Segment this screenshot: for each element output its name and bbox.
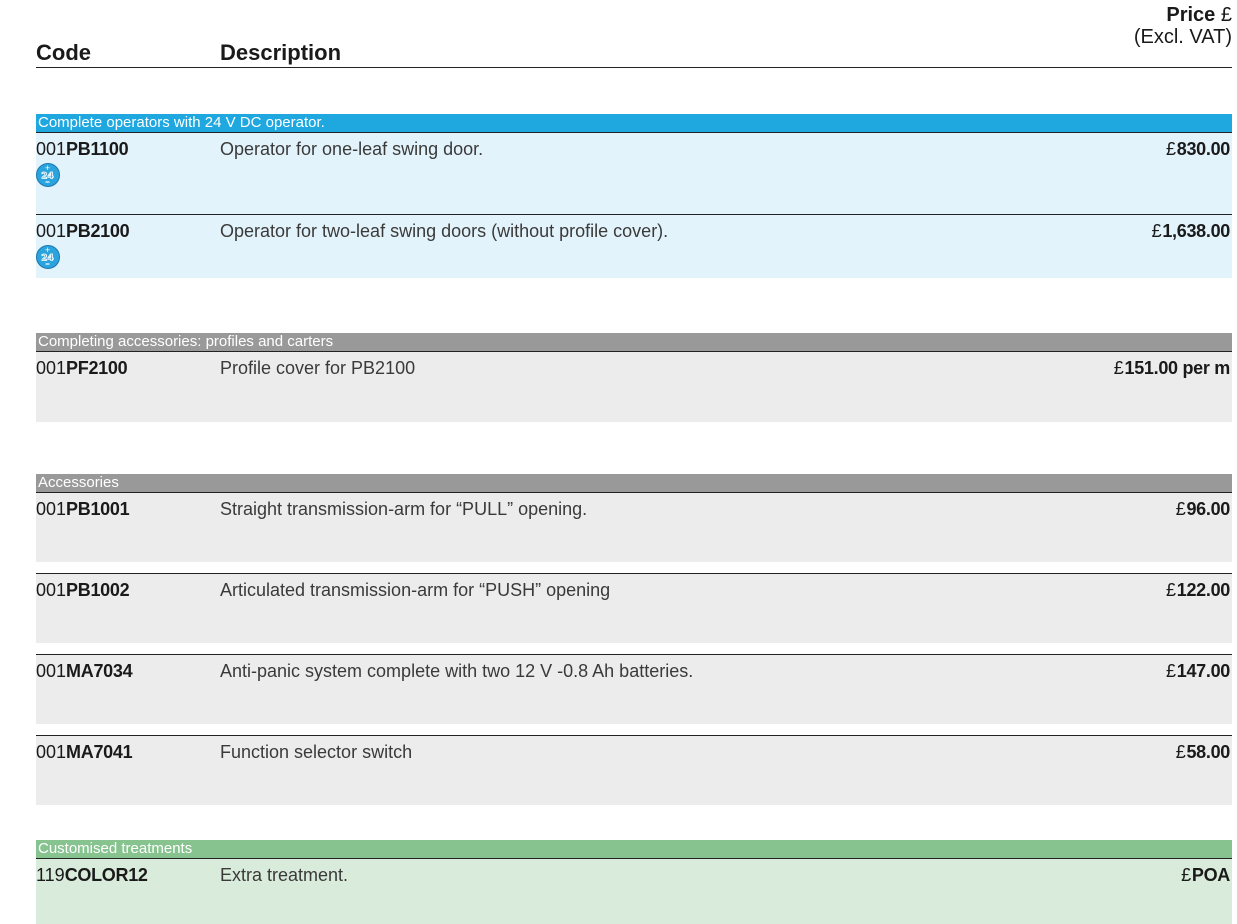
product-description: Profile cover for PB2100 (220, 358, 416, 378)
svg-text:24: 24 (41, 254, 54, 264)
code-prefix: 001 (36, 139, 67, 159)
section-title: Accessories (36, 474, 1232, 492)
section-accessories: Accessories 001PB1001 Straight transmiss… (36, 474, 1232, 805)
section-title: Customised treatments (36, 840, 1232, 858)
product-code: 001MA7034 (36, 661, 133, 682)
section-title: Completing accessories: profiles and car… (36, 333, 1232, 351)
product-code: 001MA7041 (36, 742, 133, 763)
product-description: Anti-panic system complete with two 12 V… (220, 661, 694, 681)
price-column-header: Price £ (Excl. VAT) (1134, 4, 1232, 48)
code-prefix: 001 (36, 221, 67, 241)
product-price: £151.00 per m (1113, 358, 1231, 378)
code-main: PB1001 (66, 499, 130, 519)
table-row: 119COLOR12 Extra treatment. £POA (36, 858, 1232, 924)
product-description: Articulated transmission-arm for “PUSH” … (220, 580, 611, 600)
product-code: 001PB1100 (36, 139, 129, 160)
table-row: 001MA7034 Anti-panic system complete wit… (36, 654, 1232, 724)
code-main: PB1100 (66, 139, 129, 159)
product-price: £1,638.00 (1151, 221, 1231, 241)
product-description: Operator for two-leaf swing doors (witho… (220, 221, 669, 241)
product-price: £96.00 (1175, 499, 1231, 519)
table-row: 001PF2100 Profile cover for PB2100 £151.… (36, 351, 1232, 422)
table-row: 001PB2100 + 24 Operator for two-leaf swi… (36, 214, 1232, 278)
code-main: PB1002 (66, 580, 130, 600)
code-prefix: 001 (36, 580, 67, 600)
product-price: £58.00 (1175, 742, 1231, 762)
code-main: PB2100 (66, 221, 130, 241)
svg-text:24: 24 (41, 172, 54, 182)
product-price: £122.00 (1166, 580, 1230, 600)
code-prefix: 001 (36, 358, 67, 378)
product-price: £147.00 (1166, 661, 1230, 681)
code-prefix: 001 (36, 742, 67, 762)
table-row: 001PB1001 Straight transmission-arm for … (36, 492, 1232, 562)
product-description: Extra treatment. (220, 865, 349, 885)
code-main: COLOR12 (64, 865, 148, 885)
code-main: MA7034 (66, 661, 133, 681)
table-header: Code Description Price £ (Excl. VAT) (36, 0, 1232, 70)
product-code: 001PB2100 (36, 221, 130, 242)
code-main: MA7041 (66, 742, 133, 762)
table-row: 001PB1002 Articulated transmission-arm f… (36, 573, 1232, 643)
code-prefix: 001 (36, 499, 67, 519)
table-row: 001PB1100 + 24 Operator for one-leaf swi… (36, 132, 1232, 214)
header-divider (36, 67, 1232, 68)
code-prefix: 119 (36, 865, 65, 885)
product-code: 001PF2100 (36, 358, 128, 379)
product-description: Straight transmission-arm for “PULL” ope… (220, 499, 588, 519)
description-column-header: Description (220, 40, 342, 65)
product-code: 119COLOR12 (36, 865, 148, 886)
product-description: Operator for one-leaf swing door. (220, 139, 484, 159)
code-prefix: 001 (36, 661, 67, 681)
24v-dc-icon: + 24 (36, 163, 60, 187)
price-label: Price (1166, 4, 1216, 26)
section-completing-accessories: Completing accessories: profiles and car… (36, 333, 1232, 422)
code-main: PF2100 (66, 358, 128, 378)
price-note: (Excl. VAT) (1133, 26, 1232, 48)
section-customised-treatments: Customised treatments 119COLOR12 Extra t… (36, 840, 1232, 924)
table-row: 001MA7041 Function selector switch £58.0… (36, 735, 1232, 805)
product-description: Function selector switch (220, 742, 413, 762)
section-title: Complete operators with 24 V DC operator… (36, 114, 1232, 132)
24v-dc-icon: + 24 (36, 245, 60, 269)
product-code: 001PB1001 (36, 499, 130, 520)
section-complete-operators: Complete operators with 24 V DC operator… (36, 114, 1232, 278)
code-column-header: Code (36, 40, 91, 65)
product-code: 001PB1002 (36, 580, 130, 601)
price-currency: £ (1220, 4, 1232, 26)
product-price: £830.00 (1166, 139, 1230, 159)
product-price: £POA (1181, 865, 1230, 885)
